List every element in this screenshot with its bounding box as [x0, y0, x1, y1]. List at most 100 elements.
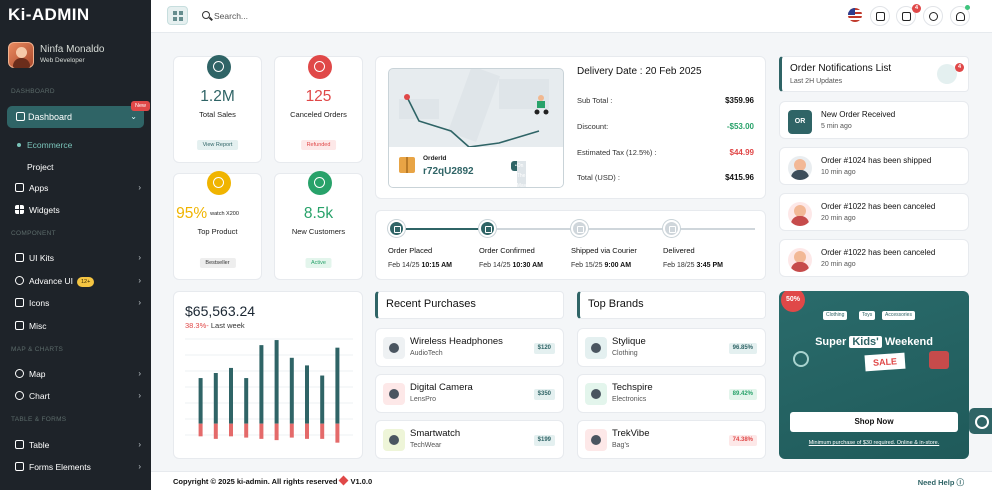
- sidebar-item-project[interactable]: Project: [27, 162, 53, 172]
- bar-positive: [289, 357, 294, 424]
- timeline-step-date: Feb 14/25 10:30 AM: [479, 262, 543, 269]
- step-time: 10:15 AM: [421, 262, 452, 269]
- section-dashboard: DASHBOARD: [11, 88, 55, 95]
- list-item[interactable]: TrekVibe Bag's 74.38%: [577, 420, 766, 459]
- sidebar-item-apps[interactable]: Apps ›: [15, 182, 141, 196]
- bar-negative: [244, 423, 249, 438]
- promo-banner: 50% Clothing Toys Accessories Super Kids…: [779, 291, 969, 459]
- promo-tag: Toys: [859, 311, 876, 320]
- list-item[interactable]: Order #1024 has been shipped 10 min ago: [779, 147, 969, 185]
- sidebar-item-widgets[interactable]: Widgets: [15, 204, 141, 218]
- menu-toggle-button[interactable]: [167, 6, 188, 25]
- sidebar-item-map[interactable]: Map ›: [15, 368, 141, 382]
- list-item[interactable]: OR New Order Received 5 min ago: [779, 101, 969, 139]
- section-table-forms: TABLE & FORMS: [11, 416, 67, 423]
- list-item[interactable]: Smartwatch TechWear $199: [375, 420, 564, 459]
- brand-logo-icon: [585, 383, 607, 405]
- sidebar-item-chart[interactable]: Chart ›: [15, 390, 141, 404]
- apps-icon: [876, 12, 885, 21]
- settings-gear-button[interactable]: [969, 408, 992, 434]
- theme-toggle-button[interactable]: [923, 6, 943, 26]
- list-item[interactable]: Order #1022 has been canceled 20 min ago: [779, 193, 969, 231]
- home-icon: [16, 112, 25, 121]
- top-brands-header: Top Brands: [577, 291, 766, 319]
- shop-now-button[interactable]: Shop Now: [790, 412, 958, 432]
- stat-label: Top Product: [197, 227, 238, 236]
- sidebar-item-label: Dashboard: [28, 112, 73, 122]
- list-item[interactable]: Order #1022 has been canceled 20 min ago: [779, 239, 969, 277]
- footer: Copyright © 2025 ki-admin. All rights re…: [151, 471, 992, 490]
- us-flag-icon[interactable]: [848, 8, 862, 22]
- need-help-link[interactable]: Need Help ⓘ: [918, 477, 964, 488]
- list-item[interactable]: Stylique Clothing 96.85%: [577, 328, 766, 367]
- stat-value: 1.2M: [200, 88, 235, 105]
- stat-value: 8.5k: [303, 205, 334, 222]
- chevron-down-icon: ⌄: [130, 112, 137, 121]
- app-logo[interactable]: Ki-ADMIN: [8, 5, 90, 25]
- sidebar-item-ui-kits[interactable]: UI Kits ›: [15, 252, 141, 266]
- sidebar-item-ecommerce[interactable]: Ecommerce: [16, 140, 72, 150]
- user-profile[interactable]: Ninfa Monaldo Web Developer: [8, 42, 148, 72]
- timeline-step-title: Delivered: [663, 246, 695, 255]
- subtotal-label: Sub Total :: [577, 96, 613, 105]
- brand-name: Stylique: [612, 336, 646, 347]
- list-item[interactable]: Techspire Electronics 89.42%: [577, 374, 766, 413]
- brand-category: Electronics: [612, 396, 647, 403]
- bar-negative: [305, 423, 309, 439]
- notification-time: 20 min ago: [821, 215, 856, 222]
- on-the-way-button[interactable]: • On The May: [511, 161, 526, 187]
- stat-label: Total Sales: [199, 110, 236, 119]
- sidebar-item-dashboard[interactable]: Dashboard ⌄: [7, 106, 144, 128]
- search-input[interactable]: [214, 9, 364, 23]
- sidebar: Ki-ADMIN Ninfa Monaldo Web Developer DAS…: [0, 0, 151, 490]
- chevron-right-icon: ›: [138, 369, 141, 378]
- stat-card-top-product: 95% watch X200 Top Product Bestseller: [173, 171, 262, 280]
- bar-positive: [198, 378, 203, 424]
- user-name: Ninfa Monaldo: [40, 44, 105, 55]
- map-pin-icon: [15, 369, 24, 378]
- sidebar-item-table[interactable]: Table ›: [15, 439, 141, 453]
- sidebar-item-label: Map: [29, 369, 46, 379]
- step-date: Feb 15/25: [571, 262, 603, 269]
- stat-label: New Customers: [291, 227, 346, 236]
- sidebar-item-icons[interactable]: Icons ›: [15, 297, 141, 311]
- apps-button[interactable]: [870, 6, 890, 26]
- delivery-map: OrderId r72qU2892 • On The May: [388, 68, 564, 188]
- timeline-step-date: Feb 14/25 10:15 AM: [388, 262, 452, 269]
- avatar: [788, 156, 812, 180]
- notification-title: Order #1024 has been shipped: [821, 156, 932, 165]
- heart-icon: [339, 475, 349, 486]
- stat-card-canceled-orders: 125 Canceled Orders Refunded: [274, 55, 363, 163]
- brand-category: Bag's: [612, 442, 630, 449]
- product-name: Smartwatch: [410, 428, 461, 439]
- sidebar-item-advance-ui[interactable]: Advance UI 12+ ›: [15, 275, 141, 289]
- list-item[interactable]: Wireless Headphones AudioTech $120: [375, 328, 564, 367]
- tax-label: Estimated Tax (12.5%) :: [577, 148, 657, 157]
- total-label: Total (USD) :: [577, 173, 620, 182]
- home-icon: [663, 220, 680, 237]
- search-icon: [202, 11, 210, 19]
- promo-tag: Clothing: [823, 311, 848, 320]
- total-value: $415.96: [725, 173, 754, 182]
- headphones-icon: [383, 337, 405, 359]
- on-the-way-text: On The May: [516, 161, 526, 187]
- promo-headline: Super Kids' Weekend: [779, 336, 969, 348]
- sidebar-item-misc[interactable]: Misc: [15, 320, 141, 334]
- sidebar-item-label: Chart: [29, 391, 50, 401]
- list-item[interactable]: Digital Camera LensPro $350: [375, 374, 564, 413]
- bell-icon[interactable]: [937, 64, 957, 84]
- promo-kids: Kids': [849, 336, 882, 348]
- bar-negative: [213, 423, 218, 439]
- dollar-icon: [207, 55, 231, 79]
- percent-badge: 89.42%: [728, 389, 757, 400]
- tax-value: $44.99: [729, 148, 754, 157]
- status-badge: Active: [305, 258, 332, 268]
- view-report-button[interactable]: View Report: [196, 140, 239, 150]
- advance-ui-text: Advance UI: [29, 276, 73, 286]
- promo-word: Super: [815, 336, 847, 348]
- timeline-step-title: Order Placed: [388, 246, 433, 255]
- sidebar-item-label: Advance UI 12+: [29, 276, 95, 287]
- chevron-right-icon: ›: [138, 391, 141, 400]
- sidebar-item-forms[interactable]: Forms Elements ›: [15, 461, 141, 475]
- table-icon: [15, 440, 24, 449]
